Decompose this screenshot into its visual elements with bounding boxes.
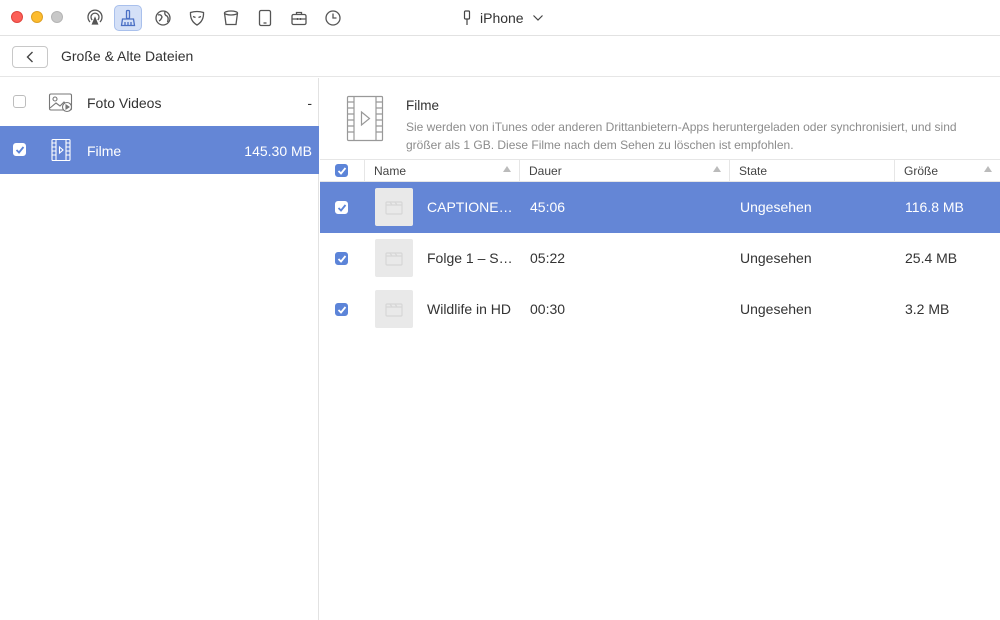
sidebar-item-foto-videos[interactable]: Foto Videos - — [0, 78, 319, 126]
row-name: CAPTIONE… — [427, 199, 513, 215]
sidebar-item-label: Foto Videos — [87, 95, 162, 111]
bucket-icon[interactable] — [217, 5, 245, 31]
row-duration: 05:22 — [530, 250, 566, 266]
row-duration: 00:30 — [530, 301, 566, 317]
table-row[interactable]: CAPTIONE… 45:06 Ungesehen 116.8 MB — [320, 182, 1000, 233]
checkbox-checked[interactable] — [13, 143, 26, 156]
tablet-icon[interactable] — [251, 5, 279, 31]
sort-arrow-icon — [713, 166, 721, 172]
video-thumbnail — [375, 239, 413, 277]
sidebar: Foto Videos - Filme 145.30 MB — [0, 78, 319, 620]
row-state: Ungesehen — [740, 301, 812, 317]
row-state: Ungesehen — [740, 250, 812, 266]
sidebar-item-label: Filme — [87, 143, 122, 159]
sidebar-item-size: 145.30 MB — [244, 143, 312, 159]
sort-arrow-icon — [503, 166, 511, 172]
sidebar-item-filme[interactable]: Filme 145.30 MB — [0, 126, 319, 174]
mask-icon[interactable] — [183, 5, 211, 31]
photo-video-icon — [48, 93, 73, 113]
row-checkbox[interactable] — [335, 252, 348, 265]
row-size: 25.4 MB — [905, 250, 958, 266]
checkbox[interactable] — [13, 95, 26, 108]
globe-icon[interactable] — [149, 5, 177, 31]
device-name: iPhone — [480, 10, 524, 26]
category-header: Filme Sie werden von iTunes oder anderen… — [320, 78, 1000, 158]
table-header: Name Dauer State Größe — [320, 159, 1000, 182]
column-header-name[interactable]: Name — [364, 160, 519, 181]
select-all-checkbox[interactable] — [335, 164, 348, 177]
row-checkbox[interactable] — [335, 303, 348, 316]
cleaner-icon[interactable] — [114, 5, 142, 31]
main-panel: Filme Sie werden von iTunes oder anderen… — [320, 78, 1000, 620]
video-placeholder-icon — [385, 201, 403, 215]
row-checkbox[interactable] — [335, 201, 348, 214]
table-row[interactable]: Wildlife in HD 00:30 Ungesehen 3.2 MB — [320, 284, 1000, 335]
video-thumbnail — [375, 290, 413, 328]
phone-cable-icon — [463, 10, 471, 25]
row-duration: 45:06 — [530, 199, 566, 215]
video-placeholder-icon — [385, 303, 403, 317]
airplay-icon[interactable] — [81, 5, 109, 31]
history-icon[interactable] — [319, 5, 347, 31]
header-bar: Große & Alte Dateien — [0, 37, 1000, 77]
title-bar: iPhone — [0, 0, 1000, 36]
column-header-duration[interactable]: Dauer — [519, 160, 729, 181]
window-minimize-button[interactable] — [31, 11, 43, 23]
row-size: 116.8 MB — [905, 199, 964, 215]
sidebar-item-size: - — [307, 95, 312, 111]
table-row[interactable]: Folge 1 – S… 05:22 Ungesehen 25.4 MB — [320, 233, 1000, 284]
column-header-state[interactable]: State — [729, 160, 894, 181]
sort-arrow-icon — [984, 166, 992, 172]
chevron-left-icon — [26, 51, 33, 63]
film-icon — [51, 138, 71, 162]
device-selector[interactable]: iPhone — [462, 9, 544, 27]
page-title: Große & Alte Dateien — [61, 48, 194, 64]
chevron-down-icon — [532, 15, 543, 21]
video-thumbnail — [375, 188, 413, 226]
category-description: Sie werden von iTunes oder anderen Dritt… — [406, 120, 957, 152]
window-close-button[interactable] — [11, 11, 23, 23]
row-name: Wildlife in HD — [427, 301, 512, 317]
row-name: Folge 1 – S… — [427, 250, 513, 266]
film-icon — [346, 95, 384, 142]
category-title: Filme — [406, 98, 439, 113]
video-placeholder-icon — [385, 252, 403, 266]
row-state: Ungesehen — [740, 199, 812, 215]
window-maximize-button[interactable] — [51, 11, 63, 23]
column-header-size[interactable]: Größe — [894, 160, 1000, 181]
back-button[interactable] — [12, 46, 48, 68]
row-size: 3.2 MB — [905, 301, 950, 317]
toolbox-icon[interactable] — [285, 5, 313, 31]
